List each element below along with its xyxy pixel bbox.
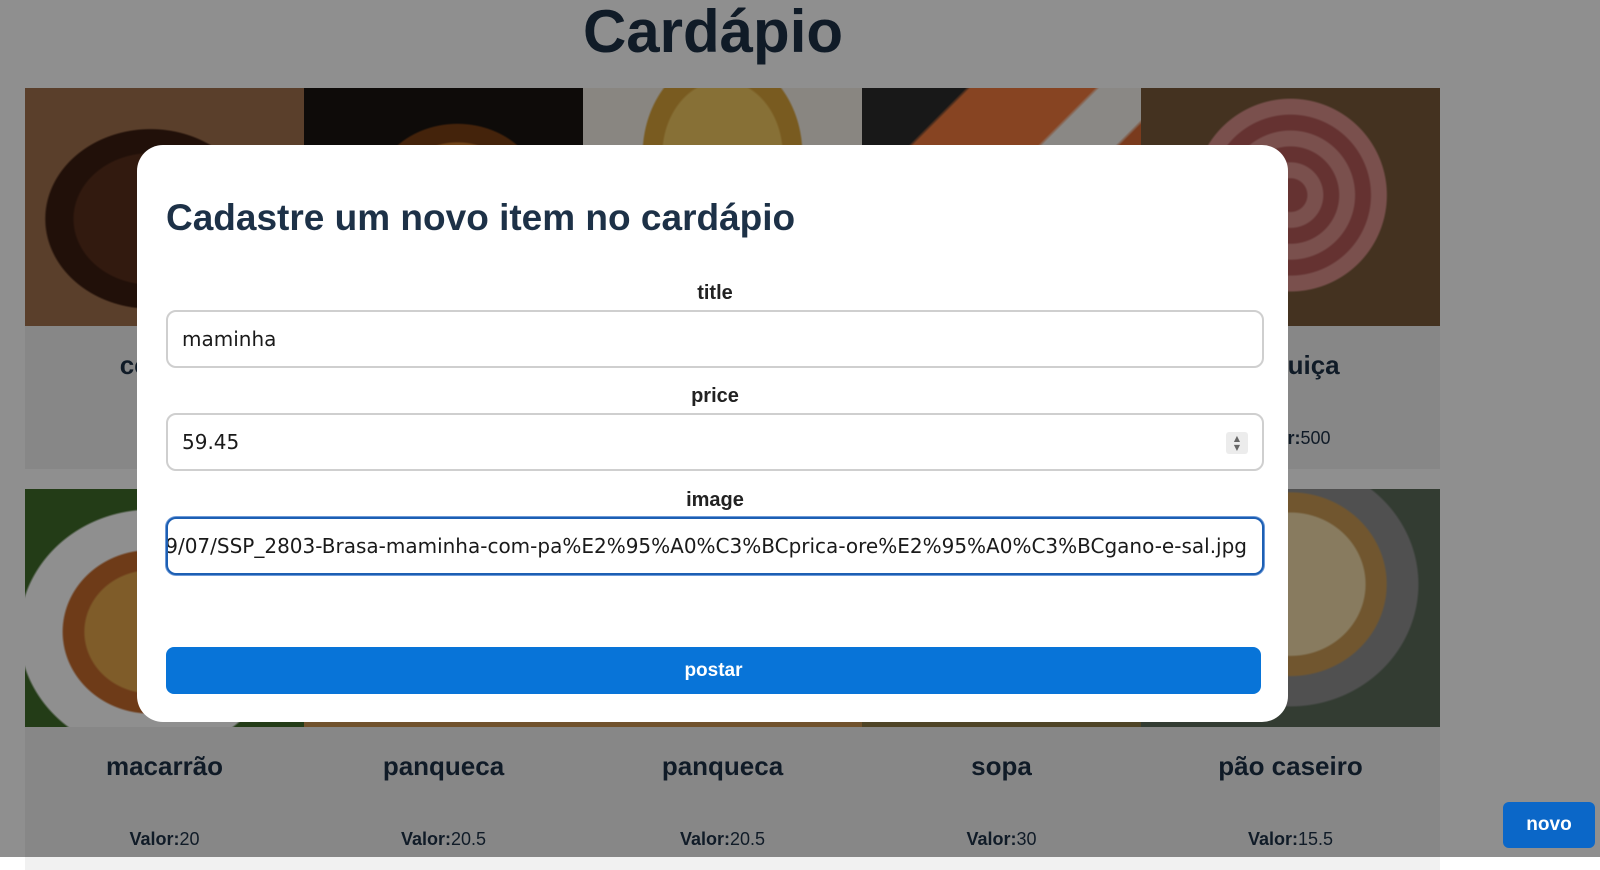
image-input-value: 019/07/SSP_2803-Brasa-maminha-com-pa%E2%…: [166, 534, 1247, 558]
new-item-modal: Cadastre um novo item no cardápio title …: [137, 145, 1288, 722]
chevron-down-icon[interactable]: ▼: [1234, 443, 1240, 452]
title-input-value: maminha: [182, 327, 277, 351]
title-input[interactable]: maminha: [166, 310, 1264, 368]
price-input-value: 59.45: [182, 430, 240, 454]
new-item-button[interactable]: novo: [1503, 802, 1595, 848]
chevron-up-icon[interactable]: ▲: [1234, 434, 1240, 443]
price-label: price: [691, 385, 739, 407]
image-label: image: [686, 489, 744, 511]
submit-button[interactable]: postar: [166, 647, 1261, 694]
modal-heading: Cadastre um novo item no cardápio: [166, 197, 796, 238]
image-url-input[interactable]: 019/07/SSP_2803-Brasa-maminha-com-pa%E2%…: [166, 517, 1264, 575]
title-label: title: [697, 282, 733, 304]
price-input[interactable]: 59.45 ▲ ▼: [166, 413, 1264, 471]
number-spinner[interactable]: ▲ ▼: [1226, 432, 1248, 454]
